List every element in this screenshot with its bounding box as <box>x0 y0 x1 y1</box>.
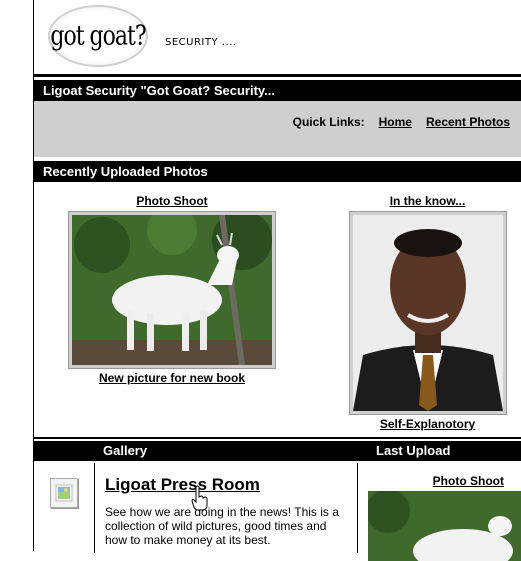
goat-photo <box>72 215 272 365</box>
photo-title-link[interactable]: In the know... <box>390 194 466 208</box>
recent-photos-heading: Recently Uploaded Photos <box>43 164 208 179</box>
logo-text: got goat? <box>50 20 146 52</box>
logo-oval: got goat? <box>48 5 148 67</box>
section-divider <box>34 437 521 439</box>
quick-links-label: Quick Links: <box>292 115 365 129</box>
recent-photo-card: In the know... Self-Explanotory <box>345 194 510 431</box>
gallery-thumbnail-icon[interactable] <box>50 478 78 508</box>
page-title-bar: Ligoat Security "Got Goat? Security... <box>34 80 521 101</box>
pointer-cursor-icon <box>190 485 210 511</box>
last-upload-cell: Photo Shoot <box>358 463 521 561</box>
header-divider <box>33 74 521 77</box>
home-link[interactable]: Home <box>379 115 412 129</box>
site-logo[interactable]: got goat? <box>48 5 148 67</box>
gallery-title-link[interactable]: Ligoat Press Room <box>105 475 260 494</box>
gallery-description: See how we are doing in the news! This i… <box>105 505 339 547</box>
quick-links-panel: Quick Links: Home Recent Photos <box>34 101 521 157</box>
photo-caption-link[interactable]: New picture for new book <box>99 371 245 385</box>
gallery-column-header: Gallery <box>103 443 148 458</box>
recent-photo-card: Photo Shoot New picture for new book <box>67 194 277 385</box>
photo-caption-link[interactable]: Self-Explanotory <box>380 417 475 431</box>
portrait-photo-thumbnail[interactable] <box>348 211 507 415</box>
page-title: Ligoat Security "Got Goat? Security... <box>43 83 276 98</box>
tagline: SECURITY .... <box>165 37 237 48</box>
recent-photos-bar: Recently Uploaded Photos <box>34 161 521 182</box>
gallery-header-bar: Gallery Last Upload <box>34 441 521 461</box>
recent-photos-link[interactable]: Recent Photos <box>426 115 510 129</box>
last-upload-title-link[interactable]: Photo Shoot <box>433 474 504 488</box>
portrait-photo <box>352 215 503 411</box>
gallery-icon-cell <box>34 463 95 553</box>
last-upload-column-header: Last Upload <box>376 443 451 458</box>
gallery-entry: Ligoat Press Room See how we are doing i… <box>95 463 358 553</box>
goat-photo-thumbnail[interactable] <box>68 211 276 369</box>
photo-title-link[interactable]: Photo Shoot <box>136 194 207 208</box>
